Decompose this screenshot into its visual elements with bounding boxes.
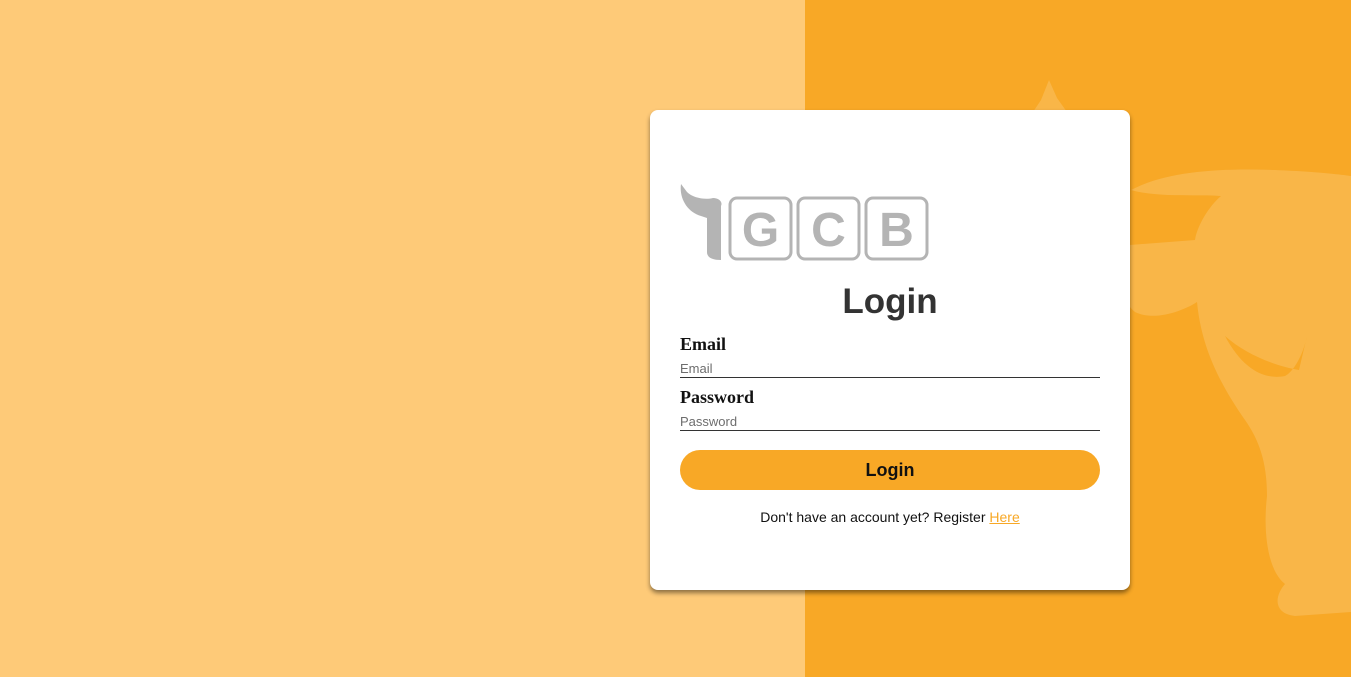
gcb-logo: G C B <box>680 184 929 261</box>
login-card: G C B Login Email Password Login Don't h… <box>650 110 1130 590</box>
email-field[interactable] <box>680 360 1100 378</box>
register-prompt-text: Don't have an account yet? Register <box>760 509 986 525</box>
login-page: G C B Login Email Password Login Don't h… <box>0 0 1351 677</box>
logo-letter-c: C <box>811 204 846 257</box>
register-prompt: Don't have an account yet? Register Here <box>650 509 1130 525</box>
password-field[interactable] <box>680 413 1100 431</box>
bull-head-icon <box>680 184 722 260</box>
login-button[interactable]: Login <box>680 450 1100 490</box>
logo-letter-b: B <box>879 204 914 257</box>
logo-letter-g: G <box>742 204 779 257</box>
register-here-link[interactable]: Here <box>989 509 1019 525</box>
password-label: Password <box>680 387 755 407</box>
email-label: Email <box>680 334 727 354</box>
login-title: Login <box>842 282 938 321</box>
